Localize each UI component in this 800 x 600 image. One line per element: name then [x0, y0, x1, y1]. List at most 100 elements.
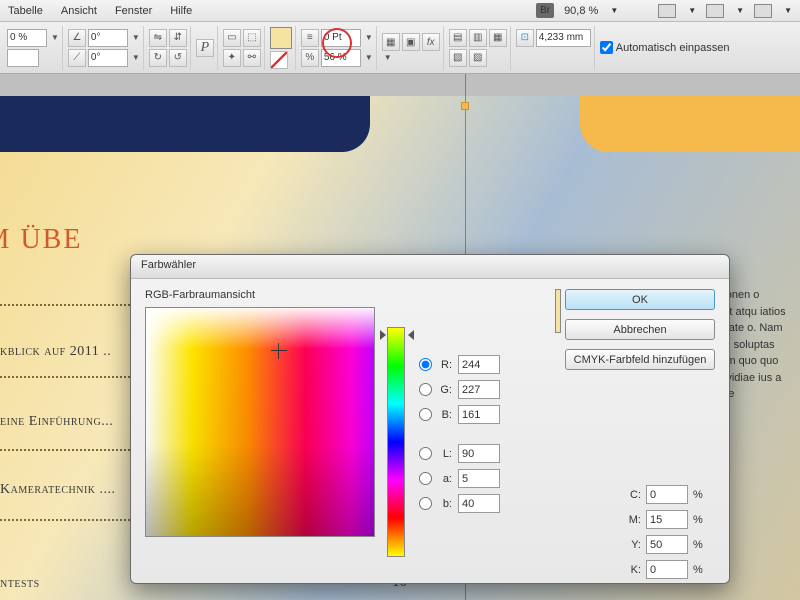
ok-button[interactable]: OK: [565, 289, 715, 310]
input-c[interactable]: [646, 485, 688, 504]
menu-hilfe[interactable]: Hilfe: [170, 5, 192, 17]
color-field[interactable]: [145, 307, 375, 537]
angle-icon: ∠: [68, 29, 86, 47]
view-mode-icon[interactable]: [658, 4, 676, 18]
pct-label: %: [693, 514, 705, 526]
menu-tabelle[interactable]: Tabelle: [8, 5, 43, 17]
rotate-ccw-icon[interactable]: ↺: [169, 49, 187, 67]
effects-icon[interactable]: ▦: [382, 33, 400, 51]
chevron-down-icon[interactable]: ▼: [365, 53, 373, 62]
pct-label: %: [693, 489, 705, 501]
bridge-badge[interactable]: Br: [536, 3, 554, 18]
input-k[interactable]: [646, 560, 688, 579]
chevron-down-icon[interactable]: ▼: [784, 6, 792, 15]
document-canvas[interactable]: N IM ÜBE kblick auf 2011 .. eine Einführ…: [0, 74, 800, 600]
menu-ansicht[interactable]: Ansicht: [61, 5, 97, 17]
selection-handle[interactable]: [461, 102, 469, 110]
radio-g[interactable]: [419, 383, 432, 396]
chevron-down-icon[interactable]: ▼: [736, 6, 744, 15]
text-wrap-4-icon[interactable]: ▧: [449, 49, 467, 67]
shear-input[interactable]: [88, 49, 128, 67]
transform-icon[interactable]: ✦: [223, 49, 241, 67]
toc-item: eine Einführung...: [0, 414, 113, 430]
text-wrap-3-icon[interactable]: ▦: [489, 29, 507, 47]
fx-icon[interactable]: fx: [422, 33, 440, 51]
input-g[interactable]: [458, 380, 500, 399]
paragraph-icon[interactable]: P: [196, 39, 214, 57]
label-b: B:: [438, 409, 452, 421]
add-cmyk-button[interactable]: CMYK-Farbfeld hinzufügen: [565, 349, 715, 370]
hue-slider[interactable]: [387, 327, 405, 557]
scale-input[interactable]: [321, 49, 361, 67]
input-m[interactable]: [646, 510, 688, 529]
label-g: G:: [438, 384, 452, 396]
label-c: C:: [627, 489, 641, 501]
autofit-label: Automatisch einpassen: [616, 42, 730, 54]
label-m: M:: [627, 514, 641, 526]
dialog-title[interactable]: Farbwähler: [131, 255, 729, 279]
text-wrap-5-icon[interactable]: ▨: [469, 49, 487, 67]
link-icon[interactable]: ⚯: [243, 49, 261, 67]
label-y: Y:: [627, 539, 641, 551]
chevron-down-icon[interactable]: ▼: [610, 6, 618, 15]
autofit-checkbox[interactable]: [600, 41, 613, 54]
toc-item: Kameratechnik ....: [0, 482, 116, 498]
hue-pointer-icon[interactable]: [382, 330, 412, 340]
label-k: K:: [627, 564, 641, 576]
label-l: L:: [438, 448, 452, 460]
menu-fenster[interactable]: Fenster: [115, 5, 152, 17]
toc-item: kblick auf 2011 ..: [0, 344, 111, 360]
radio-l[interactable]: [419, 447, 432, 460]
input-l[interactable]: [458, 444, 500, 463]
chevron-down-icon[interactable]: ▼: [132, 33, 140, 42]
radio-a[interactable]: [419, 472, 432, 485]
shear-icon: ⟋: [68, 49, 86, 67]
rotate-cw-icon[interactable]: ↻: [149, 49, 167, 67]
chevron-down-icon[interactable]: ▼: [688, 6, 696, 15]
section-label: RGB-Farbraumansicht: [145, 289, 405, 301]
crop-icon[interactable]: ⊡: [516, 29, 534, 47]
input-r[interactable]: [458, 355, 500, 374]
fill-swatch[interactable]: [270, 27, 292, 49]
page-heading: N IM ÜBE: [0, 224, 82, 256]
radio-r[interactable]: [419, 358, 432, 371]
input-b[interactable]: [458, 405, 500, 424]
wrap-icon[interactable]: ▣: [402, 33, 420, 51]
chevron-down-icon[interactable]: ▼: [51, 33, 59, 42]
stroke-weight-input[interactable]: [321, 29, 361, 47]
chevron-down-icon[interactable]: ▼: [365, 33, 373, 42]
stroke-none-icon[interactable]: [270, 51, 288, 69]
label-r: R:: [438, 359, 452, 371]
pct-label: %: [693, 564, 705, 576]
flip-h-icon[interactable]: ⇋: [149, 29, 167, 47]
flip-v-icon[interactable]: ⇵: [169, 29, 187, 47]
text-wrap-1-icon[interactable]: ▤: [449, 29, 467, 47]
arrange-icon[interactable]: [754, 4, 772, 18]
crosshair-icon: [271, 343, 287, 359]
radio-b[interactable]: [419, 408, 432, 421]
input-y[interactable]: [646, 535, 688, 554]
input-lab-b[interactable]: [458, 494, 500, 513]
screen-mode-icon[interactable]: [706, 4, 724, 18]
color-picker-dialog: Farbwähler RGB-Farbraumansicht R: G: B: …: [130, 254, 730, 584]
zoom-level[interactable]: 90,8 %: [564, 5, 598, 17]
chevron-down-icon[interactable]: ▼: [132, 53, 140, 62]
input-a[interactable]: [458, 469, 500, 488]
color-preview-swatch: [555, 289, 561, 333]
blue-banner: [0, 96, 370, 152]
toc-item: ntests: [0, 576, 40, 592]
cancel-button[interactable]: Abbrechen: [565, 319, 715, 340]
opacity-input[interactable]: [7, 29, 47, 47]
label-lab-b: b:: [438, 498, 452, 510]
pct-label: %: [693, 539, 705, 551]
rotation-input[interactable]: [88, 29, 128, 47]
label-a: a:: [438, 473, 452, 485]
measurement-input[interactable]: [536, 29, 591, 47]
flip-input[interactable]: [7, 49, 39, 67]
select-container-icon[interactable]: ⬚: [243, 29, 261, 47]
chevron-down-icon[interactable]: ▼: [384, 53, 392, 62]
text-wrap-2-icon[interactable]: ▥: [469, 29, 487, 47]
select-content-icon[interactable]: ▭: [223, 29, 241, 47]
yellow-banner: [580, 96, 800, 152]
radio-lab-b[interactable]: [419, 497, 432, 510]
